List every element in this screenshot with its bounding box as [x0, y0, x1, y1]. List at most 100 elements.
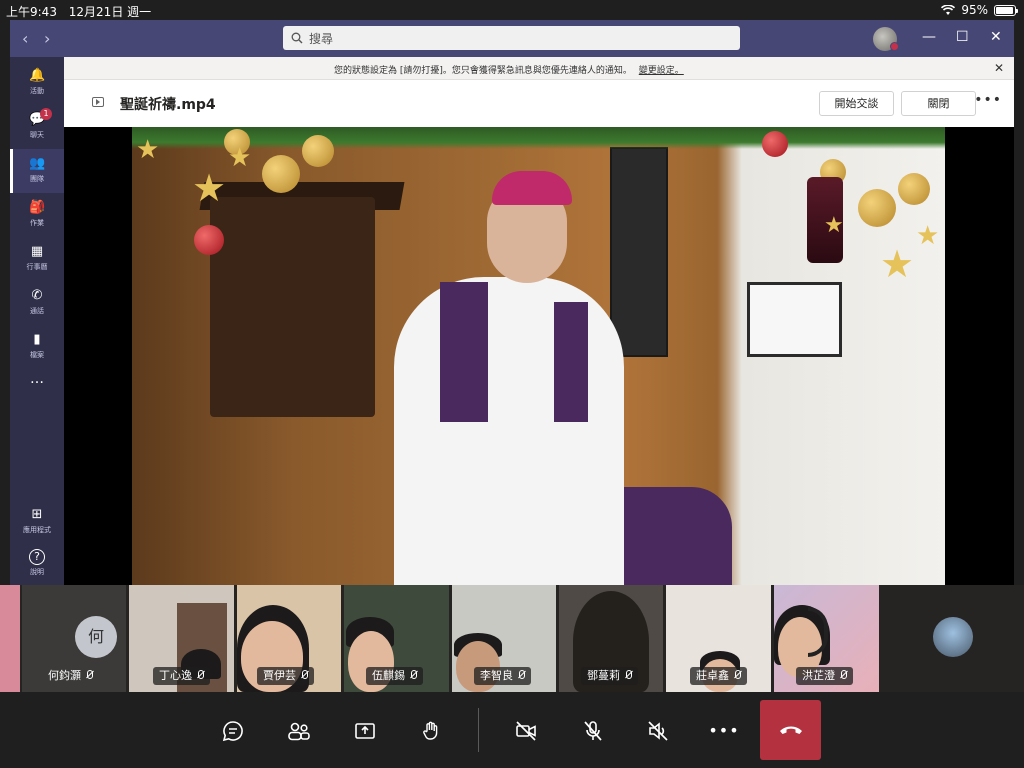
minimize-button[interactable]: —: [922, 29, 936, 45]
rail-item-label: 檔案: [30, 351, 44, 359]
participant-name-tag: 賈伊芸: [257, 667, 314, 685]
self-view-avatar[interactable]: [933, 617, 973, 657]
participant-tile[interactable]: 賈伊芸: [237, 585, 341, 692]
teams-title-bar: ‹ › 搜尋 — ☐ ✕: [10, 20, 1014, 57]
more-options-button[interactable]: •••: [974, 92, 1002, 108]
rail-item-label: 說明: [30, 568, 44, 576]
gold-ornament: [302, 135, 334, 167]
video-file-icon: [92, 97, 104, 107]
rail-more-button[interactable]: …: [10, 371, 64, 415]
mic-muted-icon: [839, 670, 847, 680]
participant-tile[interactable]: 伍麒錫: [344, 585, 449, 692]
shared-video[interactable]: ★ ★ ★ ★ ★ ★: [132, 127, 945, 585]
rail-item-teams[interactable]: 👥 團隊: [10, 149, 64, 193]
participant-strip: 何 何鈞灝 丁心逸 賈伊芸 伍麒錫 李智良 鄧蔓莉 莊卓鑫 洪芷澄: [0, 585, 1024, 692]
share-screen-icon: [355, 723, 375, 739]
app-rail: 🔔 活動 💬 1 聊天 👥 團隊 🎒 作業 ▦ 行事曆 ✆ 通話 ▮ 檔案 … …: [10, 57, 64, 585]
rail-item-assignments[interactable]: 🎒 作業: [10, 193, 64, 237]
participant-tile-partial[interactable]: [0, 585, 20, 692]
search-icon: [291, 32, 303, 44]
star-ornament: ★: [136, 135, 160, 165]
calendar-icon: ▦: [30, 244, 44, 259]
chat-button[interactable]: [216, 714, 250, 748]
mic-muted-icon: [624, 670, 632, 680]
participant-name-tag: 洪芷澄: [796, 667, 853, 685]
star-ornament: ★: [192, 166, 227, 210]
file-name: 聖誕祈禱.mp4: [120, 97, 216, 113]
participant-name: 丁心逸: [159, 669, 192, 682]
forward-button[interactable]: ›: [44, 29, 50, 48]
close-window-button[interactable]: ✕: [990, 29, 1002, 45]
rail-item-files[interactable]: ▮ 檔案: [10, 325, 64, 369]
participant-name-tag: 丁心逸: [153, 667, 210, 685]
raise-hand-button[interactable]: [414, 714, 448, 748]
hang-up-icon: [780, 726, 802, 734]
gold-ornament: [858, 189, 896, 227]
participant-name: 洪芷澄: [802, 669, 835, 682]
close-notice-button[interactable]: ✕: [994, 61, 1004, 75]
rail-item-label: 通話: [30, 307, 44, 315]
controls-divider: [478, 708, 479, 752]
content-stage: ★ ★ ★ ★ ★ ★: [64, 127, 1014, 585]
camera-toggle-button[interactable]: [509, 714, 543, 748]
search-box[interactable]: 搜尋: [283, 26, 740, 50]
participant-tile[interactable]: 鄧蔓莉: [559, 585, 663, 692]
start-chat-button[interactable]: 開始交談: [819, 91, 894, 116]
more-actions-button[interactable]: •••: [707, 714, 741, 748]
participant-name-tag: 伍麒錫: [366, 667, 423, 685]
participant-tile[interactable]: 莊卓鑫: [666, 585, 771, 692]
wall-icon-painting: [610, 147, 668, 357]
red-ornament: [194, 225, 224, 255]
rail-item-activity[interactable]: 🔔 活動: [10, 61, 64, 105]
rail-item-chat[interactable]: 💬 1 聊天: [10, 105, 64, 149]
chat-icon: [222, 721, 243, 742]
participant-tile[interactable]: 洪芷澄: [774, 585, 879, 692]
stole-right: [554, 302, 588, 422]
participant-tile[interactable]: 丁心逸: [129, 585, 234, 692]
ios-status-bar: 上午9:43 12月21日 週一 95%: [0, 0, 1024, 20]
share-button[interactable]: [348, 714, 382, 748]
participant-name-tag: 何鈞灝: [42, 667, 99, 685]
christmas-garland: [132, 127, 945, 149]
search-placeholder: 搜尋: [309, 31, 334, 46]
participant-tile[interactable]: 何 何鈞灝: [22, 585, 126, 692]
maximize-button[interactable]: ☐: [956, 29, 969, 45]
gold-ornament: [898, 173, 930, 205]
mic-muted-icon: [300, 670, 308, 680]
hang-up-button[interactable]: [760, 700, 821, 760]
participant-name: 莊卓鑫: [696, 669, 729, 682]
window: [747, 282, 842, 357]
participant-name-tag: 鄧蔓莉: [581, 667, 638, 685]
mic-muted-icon: [409, 670, 417, 680]
mic-toggle-button[interactable]: [576, 714, 610, 748]
red-ornament: [762, 131, 788, 157]
rail-item-help[interactable]: ? 說明: [10, 542, 64, 586]
notice-text-wrap: 您的狀態設定為 [請勿打擾]。您只會獲得緊急訊息與您優先連絡人的通知。 變更設定…: [334, 63, 684, 76]
speaker-toggle-button[interactable]: [641, 714, 675, 748]
star-ornament: ★: [228, 143, 252, 173]
participant-tile[interactable]: 李智良: [452, 585, 556, 692]
status-time-date: 上午9:43 12月21日 週一: [6, 3, 159, 20]
assignments-icon: 🎒: [29, 200, 46, 215]
participant-name-tag: 莊卓鑫: [690, 667, 747, 685]
rail-item-apps[interactable]: ⊞ 應用程式: [10, 500, 64, 544]
phone-icon: ✆: [31, 288, 43, 303]
rail-item-label: 活動: [30, 87, 44, 95]
rail-item-label: 聊天: [30, 131, 44, 139]
participant-name: 李智良: [480, 669, 513, 682]
mic-muted-icon: [85, 670, 93, 680]
star-ornament: ★: [880, 242, 915, 286]
rail-item-calls[interactable]: ✆ 通話: [10, 281, 64, 325]
stole-left: [440, 282, 488, 422]
rail-item-calendar[interactable]: ▦ 行事曆: [10, 237, 64, 281]
zucchetto: [492, 171, 572, 205]
status-time: 上午9:43: [6, 5, 57, 19]
change-settings-link[interactable]: 變更設定。: [639, 66, 684, 76]
wifi-icon: [941, 4, 956, 15]
battery-icon: [994, 4, 1018, 16]
back-button[interactable]: ‹: [22, 29, 28, 48]
meeting-controls: •••: [0, 692, 1024, 768]
participants-button[interactable]: [282, 714, 316, 748]
rail-item-label: 作業: [30, 219, 44, 227]
close-file-button[interactable]: 關閉: [901, 91, 976, 116]
